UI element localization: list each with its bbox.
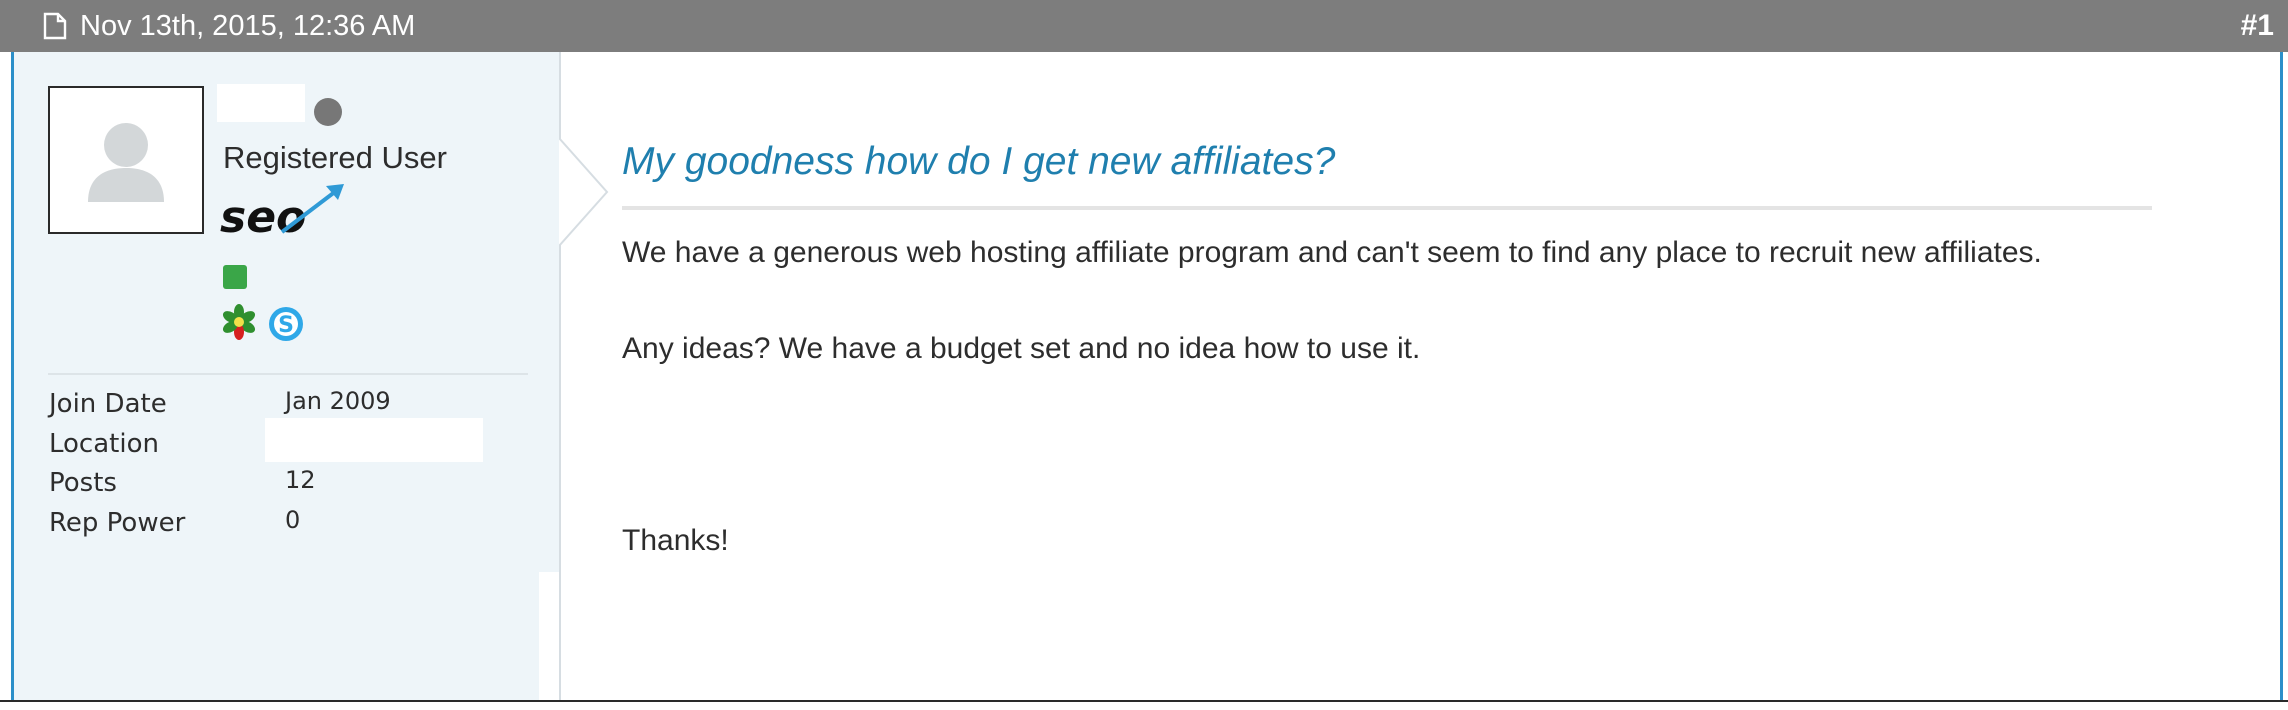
offline-status-icon: [314, 98, 342, 126]
avatar[interactable]: [48, 86, 204, 234]
post-content: My goodness how do I get new affiliates?…: [622, 52, 2222, 700]
location-value: [265, 418, 483, 462]
post-bottom-border: [0, 700, 2288, 702]
document-icon: [43, 12, 67, 40]
svg-text:seo: seo: [220, 192, 306, 243]
online-indicator-icon: [223, 265, 247, 289]
user-sidebar: Registered User seo S Join Date Jan 2009…: [14, 52, 561, 700]
join-date-label: Join Date: [49, 389, 167, 419]
post-paragraph: Any ideas? We have a budget set and no i…: [622, 332, 1421, 365]
rep-power-label: Rep Power: [49, 508, 186, 538]
icq-icon[interactable]: [221, 304, 257, 340]
sidebar-divider: [48, 373, 528, 375]
svg-text:S: S: [278, 313, 294, 338]
post-date: Nov 13th, 2015, 12:36 AM: [80, 10, 416, 42]
post-body: Registered User seo S Join Date Jan 2009…: [11, 52, 2283, 700]
sidebar-patch: [539, 572, 559, 700]
post-paragraph: We have a generous web hosting affiliate…: [622, 236, 2042, 269]
user-title: Registered User: [223, 140, 447, 175]
rep-power-value: 0: [285, 506, 301, 534]
default-avatar-icon: [88, 123, 164, 202]
speech-pointer: [559, 138, 609, 246]
location-label: Location: [49, 429, 159, 459]
post-header: Nov 13th, 2015, 12:36 AM #1: [0, 0, 2288, 52]
skype-icon[interactable]: S: [267, 305, 305, 343]
post-title: My goodness how do I get new affiliates?: [622, 140, 1336, 183]
title-divider: [622, 206, 2152, 210]
seo-rank-badge-icon: seo: [220, 184, 344, 243]
posts-label: Posts: [49, 468, 117, 498]
username-link[interactable]: [217, 84, 305, 122]
post-number-link[interactable]: #1: [2241, 0, 2274, 52]
posts-value: 12: [285, 466, 316, 494]
post-paragraph: Thanks!: [622, 524, 729, 557]
join-date-value: Jan 2009: [285, 387, 391, 415]
post-text: We have a generous web hosting affiliate…: [622, 228, 2112, 565]
